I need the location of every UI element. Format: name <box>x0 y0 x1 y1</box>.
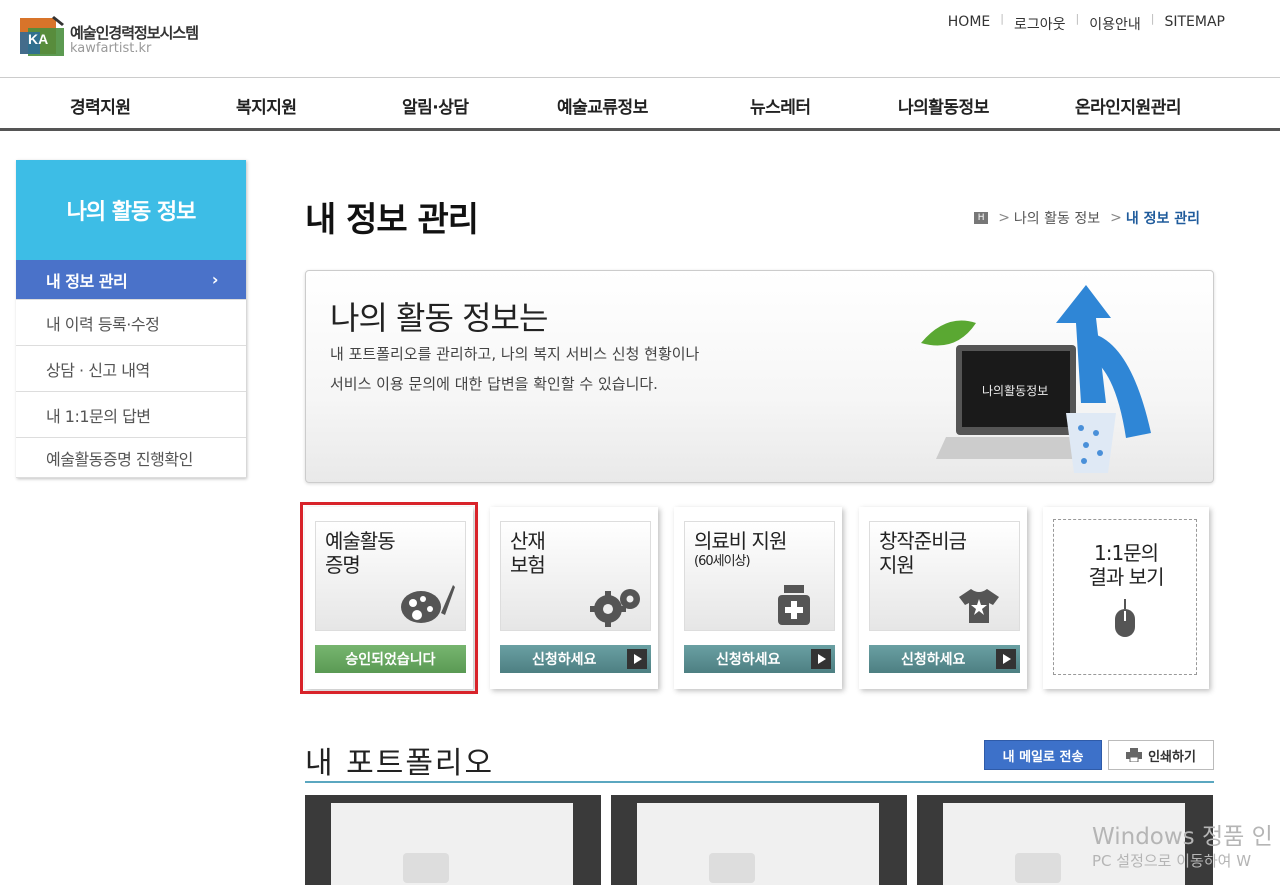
logo-mark-icon: KA <box>18 14 66 58</box>
shirt-star-icon <box>959 589 999 623</box>
page-title: 내 정보 관리 <box>305 200 479 240</box>
card-label: 1:1문의 <box>1094 541 1159 565</box>
card-label: 창작준비금 <box>879 529 967 553</box>
intro-banner: 나의 활동 정보는 내 포트폴리오를 관리하고, 나의 복지 서비스 신청 현황… <box>305 270 1214 483</box>
logo-url: kawfartist.kr <box>70 41 152 56</box>
card-creative-grant: 창작준비금 지원 신청하세요 <box>859 507 1027 689</box>
gnb-my-activity[interactable]: 나의활동정보 <box>898 93 989 118</box>
portfolio-header: 내 포트폴리오 내 메일로 전송 인쇄하기 <box>305 738 1214 783</box>
card-label: 의료비 지원 <box>694 529 787 553</box>
card-label: 보험 <box>510 553 546 577</box>
guide-link[interactable]: 이용안내 <box>1089 14 1141 34</box>
play-arrow-icon <box>811 649 831 669</box>
camera-placeholder-icon <box>1015 853 1061 883</box>
portfolio-thumbnail[interactable] <box>611 795 907 885</box>
play-arrow-icon <box>627 649 647 669</box>
apply-button[interactable]: 신청하세요 <box>684 645 835 673</box>
side-nav-item-proof-status[interactable]: 예술활동증명 진행확인 <box>16 438 246 478</box>
side-nav-title: 나의 활동 정보 <box>16 160 246 260</box>
home-link[interactable]: HOME <box>948 14 990 34</box>
approved-button[interactable]: 승인되었습니다 <box>315 645 466 673</box>
button-label: 신청하세요 <box>901 652 966 668</box>
side-nav-item-qna[interactable]: 내 1:1문의 답변 <box>16 392 246 438</box>
button-label: 승인되었습니다 <box>345 652 436 668</box>
gears-icon <box>590 589 640 627</box>
separator: | <box>1150 12 1155 25</box>
palette-icon <box>401 585 455 623</box>
top-header: KA 예술인경력정보시스템 kawfartist.kr HOME | 로그아웃 … <box>0 0 1280 78</box>
breadcrumb-current: 내 정보 관리 <box>1125 211 1200 227</box>
card-sublabel: (60세이상) <box>694 554 751 569</box>
card-qna-result[interactable]: 1:1문의 결과 보기 <box>1043 507 1209 689</box>
medicine-bottle-icon <box>778 585 810 625</box>
card-medical-support: 의료비 지원 (60세이상) 신청하세요 <box>674 507 842 689</box>
utility-links: HOME | 로그아웃 | 이용안내 | SITEMAP <box>948 12 1225 34</box>
gnb-welfare[interactable]: 복지지원 <box>236 93 297 118</box>
camera-placeholder-icon <box>709 853 755 883</box>
gnb-online-support[interactable]: 온라인지원관리 <box>1075 93 1181 118</box>
side-nav-item-my-info[interactable]: 내 정보 관리 › <box>16 260 246 300</box>
gnb-exchange[interactable]: 예술교류정보 <box>557 93 648 118</box>
card-label: 결과 보기 <box>1088 565 1165 589</box>
send-to-mail-button[interactable]: 내 메일로 전송 <box>984 740 1102 770</box>
printer-icon <box>1126 748 1143 762</box>
side-navigation: 나의 활동 정보 내 정보 관리 › 내 이력 등록·수정 상담 · 신고 내역… <box>16 160 246 478</box>
mouse-icon <box>1115 599 1135 637</box>
svg-text:KA: KA <box>28 31 48 47</box>
button-label: 인쇄하기 <box>1148 749 1196 765</box>
breadcrumb-arrow: > <box>1110 210 1122 226</box>
logo-title: 예술인경력정보시스템 <box>70 24 199 42</box>
card-label: 예술활동 <box>325 529 396 553</box>
separator: | <box>1075 12 1080 25</box>
windows-watermark-line1: Windows 정품 인 <box>1092 824 1273 850</box>
card-label: 증명 <box>325 553 361 577</box>
laptop-illustration-icon: 나의활동정보 <box>921 285 1151 473</box>
site-logo[interactable]: KA 예술인경력정보시스템 kawfartist.kr <box>18 14 199 58</box>
card-art-activity-proof: 예술활동 증명 승인되었습니다 <box>300 502 478 694</box>
windows-watermark-line2: PC 설정으로 이동하여 W <box>1092 852 1252 870</box>
apply-button[interactable]: 신청하세요 <box>869 645 1020 673</box>
button-label: 신청하세요 <box>532 652 597 668</box>
portfolio-thumbnail[interactable] <box>305 795 601 885</box>
print-button[interactable]: 인쇄하기 <box>1108 740 1214 770</box>
service-cards: 예술활동 증명 승인되었습니다 산재 보험 신청하세요 의료비 지원 (60세이… <box>300 502 1214 694</box>
main-navigation: 경력지원 복지지원 알림·상담 예술교류정보 뉴스레터 나의활동정보 온라인지원… <box>0 78 1280 131</box>
card-industrial-insurance: 산재 보험 신청하세요 <box>490 507 658 689</box>
gnb-newsletter[interactable]: 뉴스레터 <box>750 93 811 118</box>
side-nav-item-consult[interactable]: 상담 · 신고 내역 <box>16 346 246 392</box>
breadcrumb-section[interactable]: 나의 활동 정보 <box>1014 208 1100 228</box>
separator: | <box>1000 12 1004 25</box>
apply-button[interactable]: 신청하세요 <box>500 645 651 673</box>
side-nav-item-history[interactable]: 내 이력 등록·수정 <box>16 300 246 346</box>
intro-line1: 내 포트폴리오를 관리하고, 나의 복지 서비스 신청 현황이나 <box>330 345 700 363</box>
home-icon[interactable]: H <box>974 212 989 224</box>
logout-link[interactable]: 로그아웃 <box>1014 14 1066 34</box>
card-label: 산재 <box>510 529 546 553</box>
chevron-right-icon: › <box>211 270 219 289</box>
breadcrumb: H > 나의 활동 정보 > 내 정보 관리 <box>974 208 1200 228</box>
gnb-notice[interactable]: 알림·상담 <box>402 93 469 118</box>
intro-heading: 나의 활동 정보는 <box>330 299 548 337</box>
side-nav-item-label: 내 정보 관리 <box>46 271 128 291</box>
card-label: 지원 <box>879 553 915 577</box>
gnb-career[interactable]: 경력지원 <box>70 93 131 118</box>
play-arrow-icon <box>996 649 1016 669</box>
svg-text:나의활동정보: 나의활동정보 <box>982 384 1048 398</box>
button-label: 신청하세요 <box>716 652 781 668</box>
camera-placeholder-icon <box>403 853 449 883</box>
sitemap-link[interactable]: SITEMAP <box>1164 14 1225 34</box>
intro-line2: 서비스 이용 문의에 대한 답변을 확인할 수 있습니다. <box>330 375 658 393</box>
breadcrumb-arrow: > <box>998 210 1010 226</box>
